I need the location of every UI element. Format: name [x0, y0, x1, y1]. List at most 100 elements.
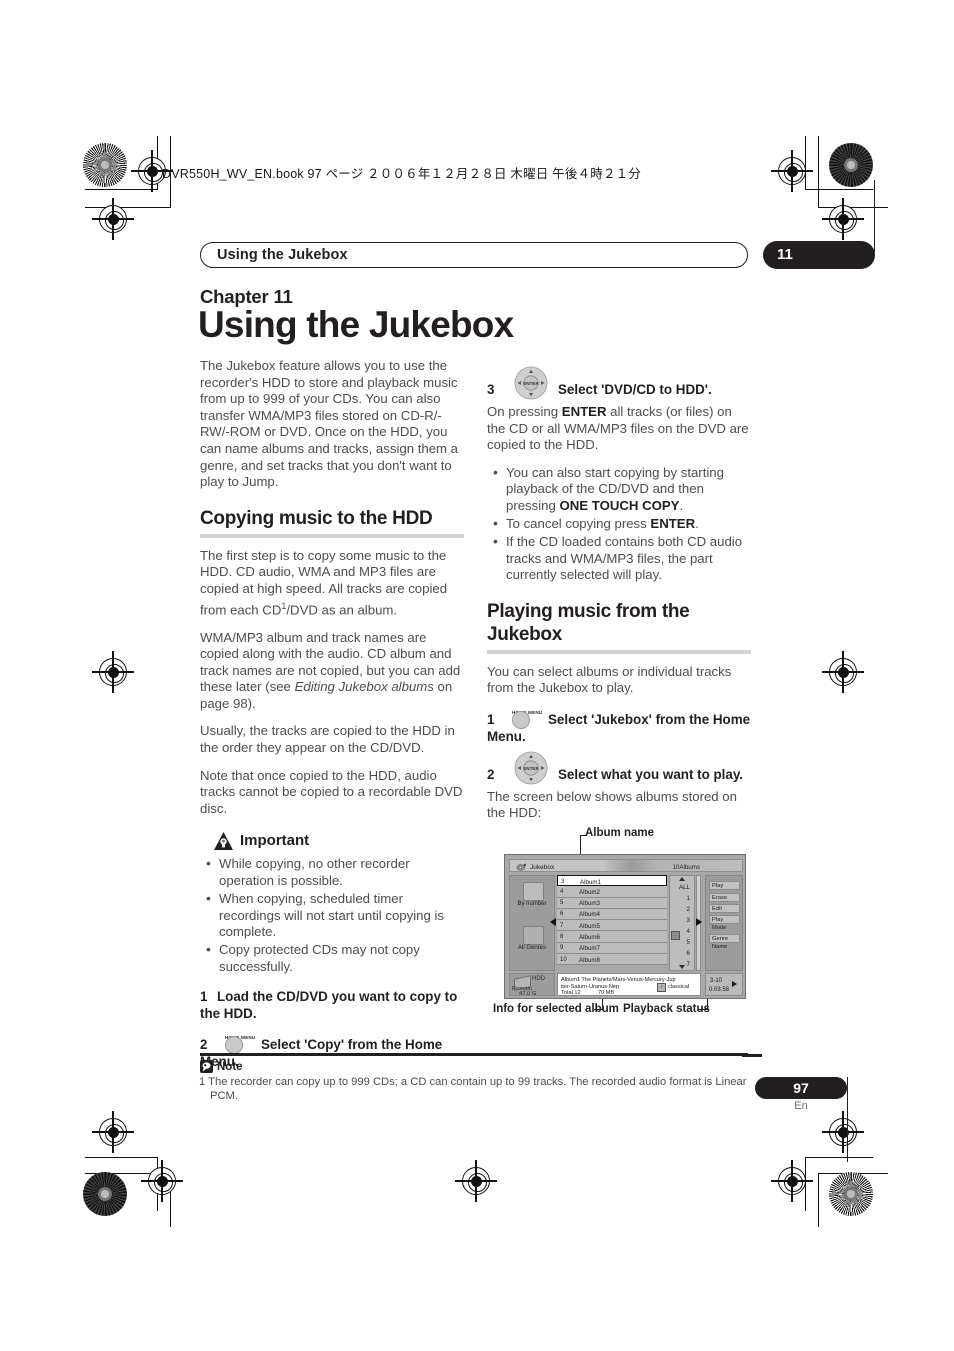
- index-item[interactable]: 6: [687, 950, 690, 957]
- registration-mark-bottom-left: [141, 1160, 183, 1202]
- step-3-body: On pressing ENTER all tracks (or files) …: [487, 404, 751, 454]
- list-item: If the CD loaded contains both CD audio …: [487, 533, 751, 583]
- table-row[interactable]: 9 Album7: [557, 942, 667, 955]
- color-target-bottom-left: [83, 1172, 127, 1216]
- page-title: Using the Jukebox: [198, 304, 514, 345]
- step-number: 2: [200, 1037, 208, 1053]
- screen-action-menu: Play Erase Edit Play Mode Genre Name: [705, 875, 743, 971]
- playback-status-panel: 3-10 0.03.58: [705, 973, 743, 996]
- note-index: 1: [199, 1076, 206, 1088]
- album-index-scroller[interactable]: ALL 1 2 3 4 5 6 7: [669, 875, 695, 971]
- index-item[interactable]: 4: [687, 928, 690, 935]
- copying-paragraph-1: The first step is to copy some music to …: [200, 548, 464, 619]
- remain-value: 47.0 G: [519, 990, 537, 997]
- svg-text:ENTER: ENTER: [523, 381, 539, 386]
- step-text: Load the CD/DVD you want to copy to the …: [200, 989, 458, 1022]
- table-row[interactable]: 3 Album1: [557, 875, 667, 887]
- play-button[interactable]: Play: [709, 881, 740, 890]
- home-menu-button-icon-2: HOME MENU: [504, 710, 548, 729]
- sort-thumbnail-icon: [523, 882, 544, 901]
- callout-album-name: Album name: [585, 827, 655, 839]
- playing-paragraph-1: You can select albums or individual trac…: [487, 663, 732, 696]
- color-target-top-left: [83, 143, 127, 187]
- step-1-copy: 1 Load the CD/DVD you want to copy to the…: [200, 988, 464, 1022]
- table-row[interactable]: 5 Album3: [557, 897, 667, 909]
- registration-mark-left-upper: [92, 198, 134, 240]
- crop-rule-bottom-right-h: [805, 1157, 873, 1159]
- index-item[interactable]: 3: [687, 917, 690, 924]
- registration-mark-right-middle: [822, 651, 864, 693]
- index-selection-marker: [671, 931, 680, 940]
- left-column: The Jukebox feature allows you to use th…: [200, 358, 464, 1076]
- note-separator-rule: [200, 1053, 748, 1056]
- index-item-all[interactable]: ALL: [679, 884, 690, 891]
- registration-mark-bottom-center: [455, 1160, 497, 1202]
- crop-rule-top-right-v2: [818, 136, 820, 208]
- important-label: Important: [240, 832, 310, 850]
- table-row[interactable]: 7 Album5: [557, 920, 667, 932]
- genre-thumbnail-icon[interactable]: [523, 926, 544, 945]
- album-number: 7: [560, 922, 564, 929]
- screen-left-panel: By number All Genres: [509, 875, 555, 971]
- album-info-size: 70 MB: [598, 990, 615, 996]
- bullet2-a: To cancel copying press: [506, 516, 651, 531]
- enter-keyword: ENTER: [561, 404, 607, 419]
- important-heading: Important: [214, 832, 464, 851]
- copying-paragraph-3: Usually, the tracks are copied to the HD…: [200, 723, 455, 756]
- jukebox-screen: Jukebox 10Albums By number All Genres HD…: [504, 854, 746, 999]
- list-item: When copying, scheduled timer recordings…: [200, 890, 464, 940]
- scroll-down-arrow-icon[interactable]: [679, 965, 685, 969]
- page-language-label: En: [794, 1100, 808, 1112]
- important-bullet-list: While copying, no other recorder operati…: [200, 855, 464, 975]
- screen-titlebar: Jukebox 10Albums: [509, 859, 743, 872]
- playback-time: 0.03.58: [709, 987, 730, 993]
- album-title: Album7: [579, 945, 600, 953]
- section-rule: [200, 533, 464, 538]
- registration-mark-top-right: [771, 150, 813, 192]
- album-title: Album8: [579, 956, 600, 964]
- step-text: Select 'DVD/CD to HDD'.: [558, 382, 712, 397]
- play-mode-button[interactable]: Play Mode: [709, 915, 740, 931]
- one-touch-copy-keyword: ONE TOUCH COPY: [559, 497, 680, 513]
- index-item[interactable]: 2: [687, 906, 690, 913]
- cross-reference-title: Editing Jukebox albums: [294, 679, 434, 695]
- scroll-up-arrow-icon[interactable]: [679, 877, 685, 881]
- crop-rule-top-left-h2: [85, 207, 171, 209]
- index-item[interactable]: 5: [687, 939, 690, 946]
- table-row[interactable]: 6 Album4: [557, 908, 667, 921]
- index-item[interactable]: 7: [687, 961, 690, 968]
- copying-paragraph-2: WMA/MP3 album and track names are copied…: [200, 630, 464, 713]
- home-menu-button-icon: HOME MENU: [217, 1035, 261, 1055]
- section-heading-copying: Copying music to the HDD: [200, 507, 433, 529]
- album-info-genre: classical: [668, 983, 690, 990]
- list-item: To cancel copying press ENTER.: [487, 515, 751, 532]
- step3-body-a: On pressing: [487, 404, 562, 419]
- index-item[interactable]: 1: [687, 895, 690, 902]
- chapter-number-label: 11: [777, 246, 793, 263]
- running-head-pill: Using the Jukebox: [200, 242, 748, 268]
- step-number: 3: [487, 382, 495, 397]
- note-heading: Note: [200, 1060, 243, 1073]
- step-2-play: 2 ENTER Select what you want to play.: [487, 751, 751, 785]
- selected-album-info: Album1 The Planets/Mars-Venus-Mercury-Ju…: [557, 973, 701, 996]
- sort-mode-label: By number: [517, 901, 547, 907]
- step-number: 1: [200, 989, 208, 1005]
- edit-button[interactable]: Edit: [709, 904, 740, 913]
- step-number: 1: [487, 711, 495, 727]
- album-info-line-2: iter-Saturn-Uranus-Nep: [561, 983, 620, 990]
- table-row[interactable]: 10 Album8: [557, 954, 667, 966]
- page-number-rule: [742, 1054, 762, 1057]
- enter-joypad-icon-2: ENTER: [504, 751, 558, 785]
- album-list[interactable]: 3 Album1 4 Album2 5 Album3 6 Album4 7 Al…: [557, 875, 667, 971]
- registration-mark-left-middle: [92, 651, 134, 693]
- note-balloon-icon: [200, 1060, 213, 1073]
- table-row[interactable]: 8 Album6: [557, 931, 667, 943]
- registration-mark-right-upper: [822, 198, 864, 240]
- home-menu-key-dot: [225, 1036, 243, 1055]
- chapter-tab-leader: [874, 180, 876, 252]
- bullet1-b: .: [679, 497, 684, 513]
- erase-button[interactable]: Erase: [709, 893, 740, 902]
- table-row[interactable]: 4 Album2: [557, 886, 667, 898]
- album-number: 3: [561, 878, 565, 885]
- genre-name-button[interactable]: Genre Name: [709, 934, 740, 950]
